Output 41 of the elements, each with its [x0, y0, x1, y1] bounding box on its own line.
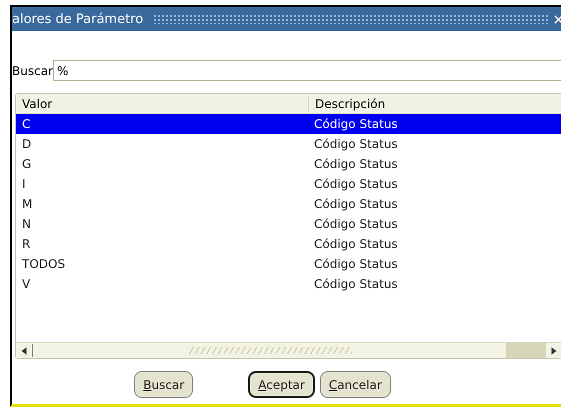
- table-cell-text: I: [21, 177, 27, 191]
- search-field[interactable]: %: [52, 60, 561, 81]
- table-cell-text: C: [21, 117, 32, 131]
- table-cell-text: M: [21, 197, 34, 211]
- table-row[interactable]: M Código Status: [16, 194, 561, 214]
- table-row[interactable]: I Código Status: [16, 174, 561, 194]
- table-cell-text: Código Status: [313, 217, 399, 231]
- scrollbar-thumb[interactable]: [506, 343, 546, 358]
- table-row[interactable]: C Código Status: [16, 114, 561, 134]
- search-label: Buscar: [12, 64, 53, 78]
- table-cell-text: TODOS: [21, 257, 66, 271]
- table-cell-text: V: [21, 277, 32, 291]
- table-row[interactable]: N Código Status: [16, 214, 561, 234]
- table-cell-text: Código Status: [313, 177, 399, 191]
- table-cell-text: Código Status: [313, 277, 399, 291]
- table-row[interactable]: V Código Status: [16, 274, 561, 294]
- dialog-button[interactable]: Cancelar: [320, 371, 391, 398]
- dialog-button[interactable]: Aceptar: [248, 371, 315, 398]
- scroll-left-icon[interactable]: [19, 346, 29, 356]
- table-cell-text: Código Status: [313, 157, 399, 171]
- close-icon[interactable]: [554, 14, 561, 24]
- table-cell-text: Código Status: [313, 197, 399, 211]
- table-cell-text: Código Status: [313, 237, 399, 251]
- table-cell-text: G: [21, 157, 32, 171]
- table-row[interactable]: R Código Status: [16, 234, 561, 254]
- column-header[interactable]: Descripción: [309, 96, 561, 110]
- horizontal-scrollbar[interactable]: [16, 342, 561, 358]
- scrollbar-grip[interactable]: [187, 347, 352, 354]
- table-cell-text: N: [21, 217, 32, 231]
- table-cell-text: R: [21, 237, 32, 251]
- table-cell-text: Código Status: [313, 117, 399, 131]
- table-row[interactable]: G Código Status: [16, 154, 561, 174]
- window-title: alores de Parámetro: [12, 12, 144, 26]
- scroll-right-icon[interactable]: [549, 346, 559, 356]
- table-row[interactable]: D Código Status: [16, 134, 561, 154]
- table-cell-text: Código Status: [313, 257, 399, 271]
- table-cell-text: Código Status: [313, 137, 399, 151]
- table-cell-text: D: [21, 137, 32, 151]
- dialog-button[interactable]: Buscar: [134, 371, 194, 398]
- table-row[interactable]: TODOS Código Status: [16, 254, 561, 274]
- column-header[interactable]: Valor: [16, 96, 309, 110]
